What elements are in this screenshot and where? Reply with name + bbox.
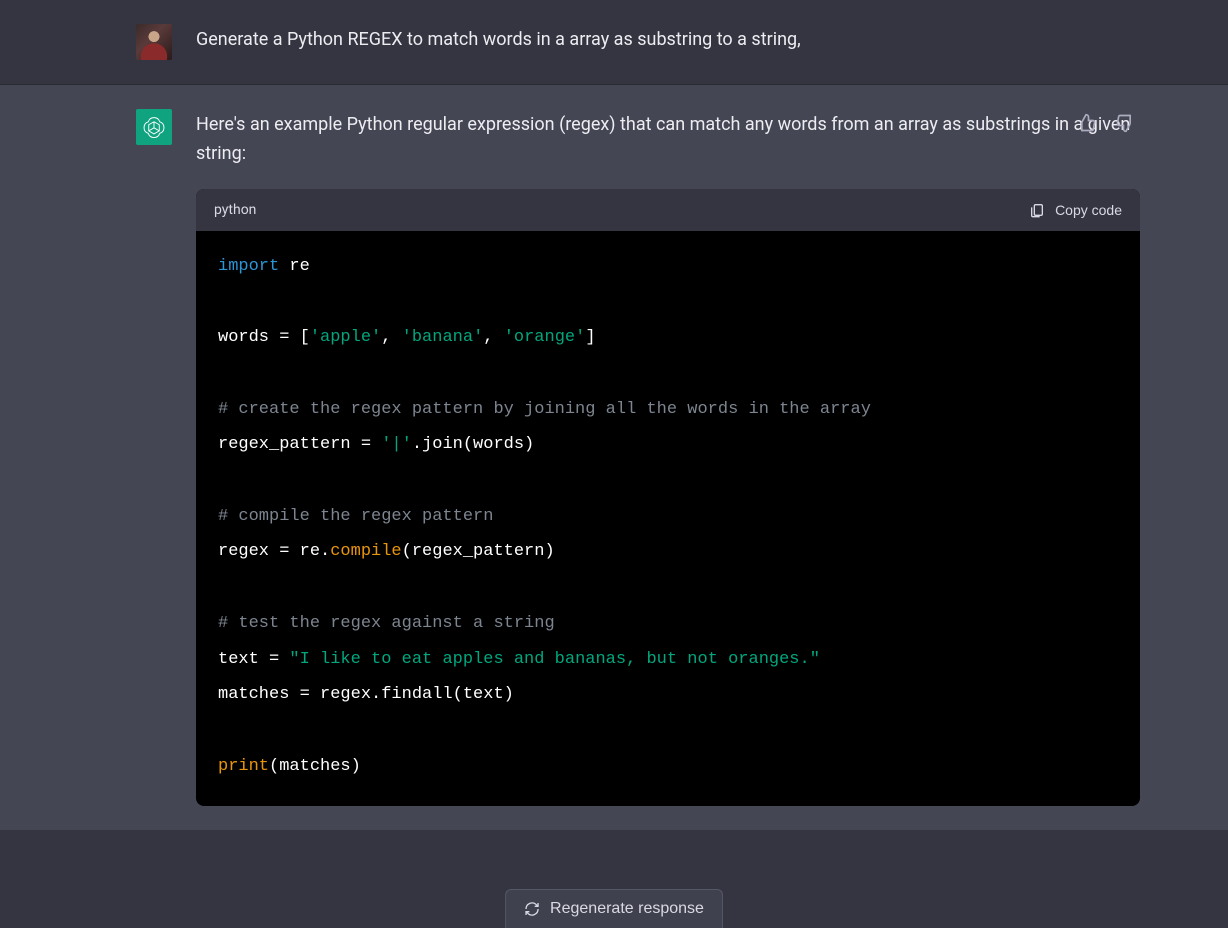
- copy-code-label: Copy code: [1055, 202, 1122, 218]
- openai-logo-icon: [142, 115, 166, 139]
- code-block: python Copy code import re words = ['app…: [196, 189, 1140, 807]
- clipboard-icon: [1029, 202, 1045, 218]
- assistant-message-row: Here's an example Python regular express…: [0, 85, 1228, 830]
- user-message-text: Generate a Python REGEX to match words i…: [196, 24, 1140, 60]
- copy-code-button[interactable]: Copy code: [1029, 202, 1122, 218]
- regenerate-response-button[interactable]: Regenerate response: [505, 889, 723, 928]
- user-message-inner: Generate a Python REGEX to match words i…: [64, 24, 1164, 60]
- assistant-message-inner: Here's an example Python regular express…: [64, 109, 1164, 806]
- assistant-intro-text: Here's an example Python regular express…: [196, 111, 1140, 169]
- feedback-buttons: [1072, 109, 1140, 140]
- code-body[interactable]: import re words = ['apple', 'banana', 'o…: [196, 231, 1140, 806]
- thumbs-up-icon: [1076, 113, 1096, 133]
- thumbs-up-button[interactable]: [1072, 109, 1100, 140]
- regenerate-label: Regenerate response: [550, 900, 704, 918]
- assistant-avatar: [136, 109, 172, 145]
- code-language-label: python: [214, 199, 256, 221]
- user-message-row: Generate a Python REGEX to match words i…: [0, 0, 1228, 85]
- thumbs-down-button[interactable]: [1112, 109, 1140, 140]
- assistant-message-content: Here's an example Python regular express…: [196, 109, 1140, 806]
- thumbs-down-icon: [1116, 113, 1136, 133]
- code-header: python Copy code: [196, 189, 1140, 231]
- user-avatar: [136, 24, 172, 60]
- refresh-icon: [524, 901, 540, 917]
